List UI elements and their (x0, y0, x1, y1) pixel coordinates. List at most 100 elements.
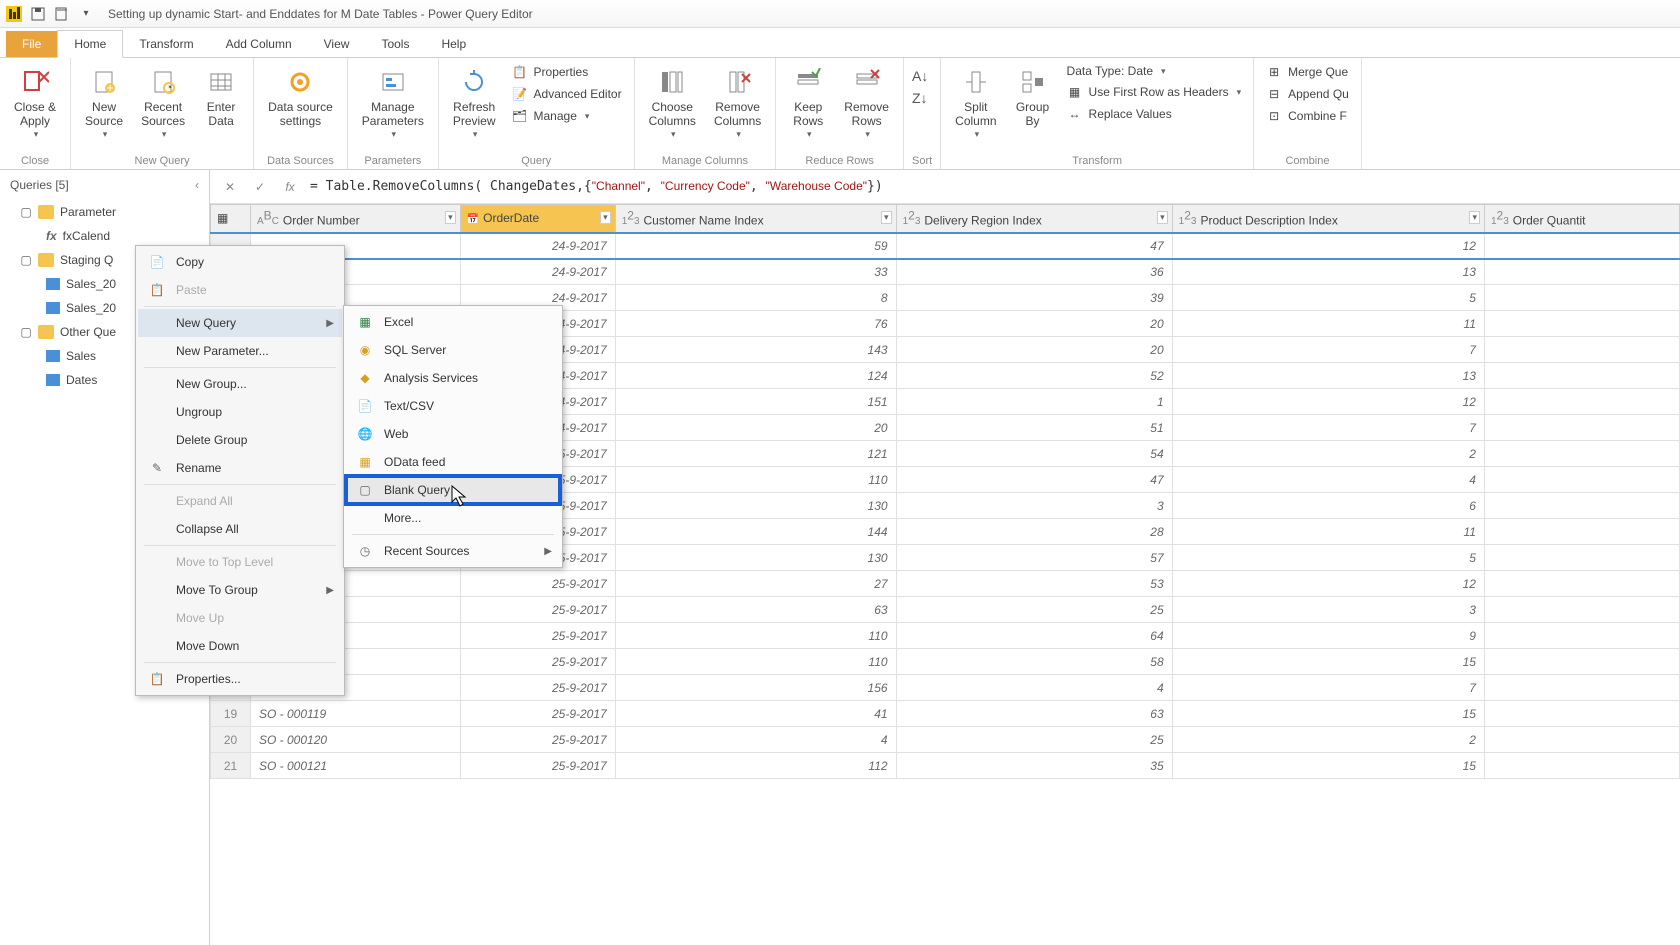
properties-button[interactable]: 📋Properties (508, 62, 626, 82)
sub-blank-query[interactable]: ▢Blank Query (346, 476, 560, 504)
ctx-rename[interactable]: ✎Rename (138, 454, 342, 482)
tab-tools[interactable]: Tools (365, 31, 425, 57)
filter-icon[interactable]: ▾ (600, 211, 611, 224)
sub-odata[interactable]: ▦OData feed (346, 448, 560, 476)
choose-columns-icon (656, 66, 688, 98)
menu-tabs: File Home Transform Add Column View Tool… (0, 28, 1680, 58)
col-rownum[interactable]: ▦ (211, 205, 251, 233)
manage-button[interactable]: 🗂Manage▾ (508, 106, 626, 126)
formula-text[interactable]: = Table.RemoveColumns( ChangeDates,{"Cha… (310, 179, 883, 194)
ctx-move-up: Move Up (138, 604, 342, 632)
data-source-settings-button[interactable]: Data source settings (262, 62, 339, 146)
table-row[interactable]: 25-9-201763253 (211, 597, 1680, 623)
groupby-icon (1017, 66, 1049, 98)
table-row[interactable]: 18SO - 00011825-9-201715647 (211, 675, 1680, 701)
folder-parameter[interactable]: ▢Parameter (0, 200, 209, 224)
remove-columns-button[interactable]: Remove Columns▾ (708, 62, 767, 146)
sub-analysis[interactable]: ◆Analysis Services (346, 364, 560, 392)
accept-formula-icon[interactable]: ✓ (250, 177, 270, 197)
chevron-right-icon: ▶ (326, 318, 334, 329)
manage-parameters-button[interactable]: Manage Parameters▾ (356, 62, 430, 146)
sub-csv[interactable]: 📄Text/CSV (346, 392, 560, 420)
sort-asc-icon[interactable]: A↓ (912, 68, 928, 84)
merge-queries-button[interactable]: ⊞Merge Que (1262, 62, 1353, 82)
datatype-button[interactable]: Data Type: Date▾ (1063, 62, 1246, 80)
ctx-copy[interactable]: 📄Copy (138, 248, 342, 276)
chevron-right-icon: ▶ (544, 546, 552, 557)
ctx-new-query[interactable]: New Query▶ (138, 309, 342, 337)
ctx-new-group[interactable]: New Group... (138, 370, 342, 398)
col-customer[interactable]: 123Customer Name Index▾ (615, 205, 896, 233)
refresh-preview-button[interactable]: Refresh Preview▾ (447, 62, 502, 146)
folder-icon (38, 325, 54, 339)
text-icon: 📄 (356, 398, 374, 414)
save-icon[interactable] (28, 4, 48, 24)
undo-icon[interactable] (52, 4, 72, 24)
gear-icon (284, 66, 316, 98)
filter-icon[interactable]: ▾ (881, 211, 892, 224)
close-apply-button[interactable]: Close & Apply▾ (8, 62, 62, 146)
window-title: Setting up dynamic Start- and Enddates f… (108, 7, 533, 21)
tab-help[interactable]: Help (425, 31, 482, 57)
rename-icon: ✎ (148, 460, 166, 476)
filter-icon[interactable]: ▾ (1469, 211, 1480, 224)
sub-more[interactable]: More... (346, 504, 560, 532)
tab-addcolumn[interactable]: Add Column (210, 31, 308, 57)
combine-files-button[interactable]: ⊡Combine F (1262, 106, 1353, 126)
replace-values-button[interactable]: ↔Replace Values (1063, 104, 1246, 124)
remove-rows-icon (851, 66, 883, 98)
parameters-icon (377, 66, 409, 98)
folder-icon (38, 205, 54, 219)
append-queries-button[interactable]: ⊟Append Qu (1262, 84, 1353, 104)
col-ordernum[interactable]: ABCOrder Number▾ (251, 205, 461, 233)
table-icon (46, 278, 60, 290)
col-orderdate[interactable]: 📅OrderDate▾ (460, 205, 615, 233)
table-row[interactable]: 25-9-20171105815 (211, 649, 1680, 675)
table-icon (46, 374, 60, 386)
cube-icon: ◆ (356, 370, 374, 386)
ctx-collapse-all[interactable]: Collapse All (138, 515, 342, 543)
table-row[interactable]: 24-9-2017594712 (211, 233, 1680, 259)
table-row[interactable]: 25-9-2017275312 (211, 571, 1680, 597)
table-row[interactable]: 19SO - 00011925-9-2017416315 (211, 701, 1680, 727)
sort-desc-icon[interactable]: Z↓ (912, 90, 928, 106)
table-row[interactable]: 21SO - 00012125-9-20171123515 (211, 753, 1680, 779)
cancel-formula-icon[interactable]: ✕ (220, 177, 240, 197)
sub-web[interactable]: 🌐Web (346, 420, 560, 448)
table-row[interactable]: 20SO - 00012025-9-20174252 (211, 727, 1680, 753)
new-source-button[interactable]: New Source▾ (79, 62, 129, 146)
group-by-button[interactable]: Group By (1009, 62, 1057, 146)
qat-dropdown[interactable]: ▾ (76, 4, 96, 24)
keep-rows-button[interactable]: Keep Rows▾ (784, 62, 832, 146)
col-qty[interactable]: 123Order Quantit (1484, 205, 1679, 233)
remove-rows-button[interactable]: Remove Rows▾ (838, 62, 895, 146)
tab-file[interactable]: File (6, 31, 57, 57)
ctx-move-down[interactable]: Move Down (138, 632, 342, 660)
ctx-delete-group[interactable]: Delete Group (138, 426, 342, 454)
ctx-properties[interactable]: 📋Properties... (138, 665, 342, 693)
col-product[interactable]: 123Product Description Index▾ (1172, 205, 1484, 233)
enter-data-button[interactable]: Enter Data (197, 62, 245, 146)
table-row[interactable]: 24-9-2017333613 (211, 259, 1680, 285)
choose-columns-button[interactable]: Choose Columns▾ (643, 62, 702, 146)
sub-sql[interactable]: ◉SQL Server (346, 336, 560, 364)
collapse-icon[interactable]: ‹ (195, 178, 199, 192)
recent-sources-button[interactable]: Recent Sources▾ (135, 62, 191, 146)
table-row[interactable]: 25-9-2017110649 (211, 623, 1680, 649)
sub-excel[interactable]: ▦Excel (346, 308, 560, 336)
tab-home[interactable]: Home (57, 30, 123, 58)
ctx-new-parameter[interactable]: New Parameter... (138, 337, 342, 365)
filter-icon[interactable]: ▾ (1157, 211, 1168, 224)
tab-transform[interactable]: Transform (123, 31, 209, 57)
col-delivery[interactable]: 123Delivery Region Index▾ (896, 205, 1172, 233)
fx-icon[interactable]: fx (280, 177, 300, 197)
ctx-move-group[interactable]: Move To Group▶ (138, 576, 342, 604)
tab-view[interactable]: View (308, 31, 366, 57)
first-row-headers-button[interactable]: ▦Use First Row as Headers▾ (1063, 82, 1246, 102)
excel-icon: ▦ (356, 314, 374, 330)
filter-icon[interactable]: ▾ (445, 211, 456, 224)
split-column-button[interactable]: Split Column▾ (949, 62, 1002, 146)
ctx-ungroup[interactable]: Ungroup (138, 398, 342, 426)
sub-recent[interactable]: ◷Recent Sources▶ (346, 537, 560, 565)
advanced-editor-button[interactable]: 📝Advanced Editor (508, 84, 626, 104)
